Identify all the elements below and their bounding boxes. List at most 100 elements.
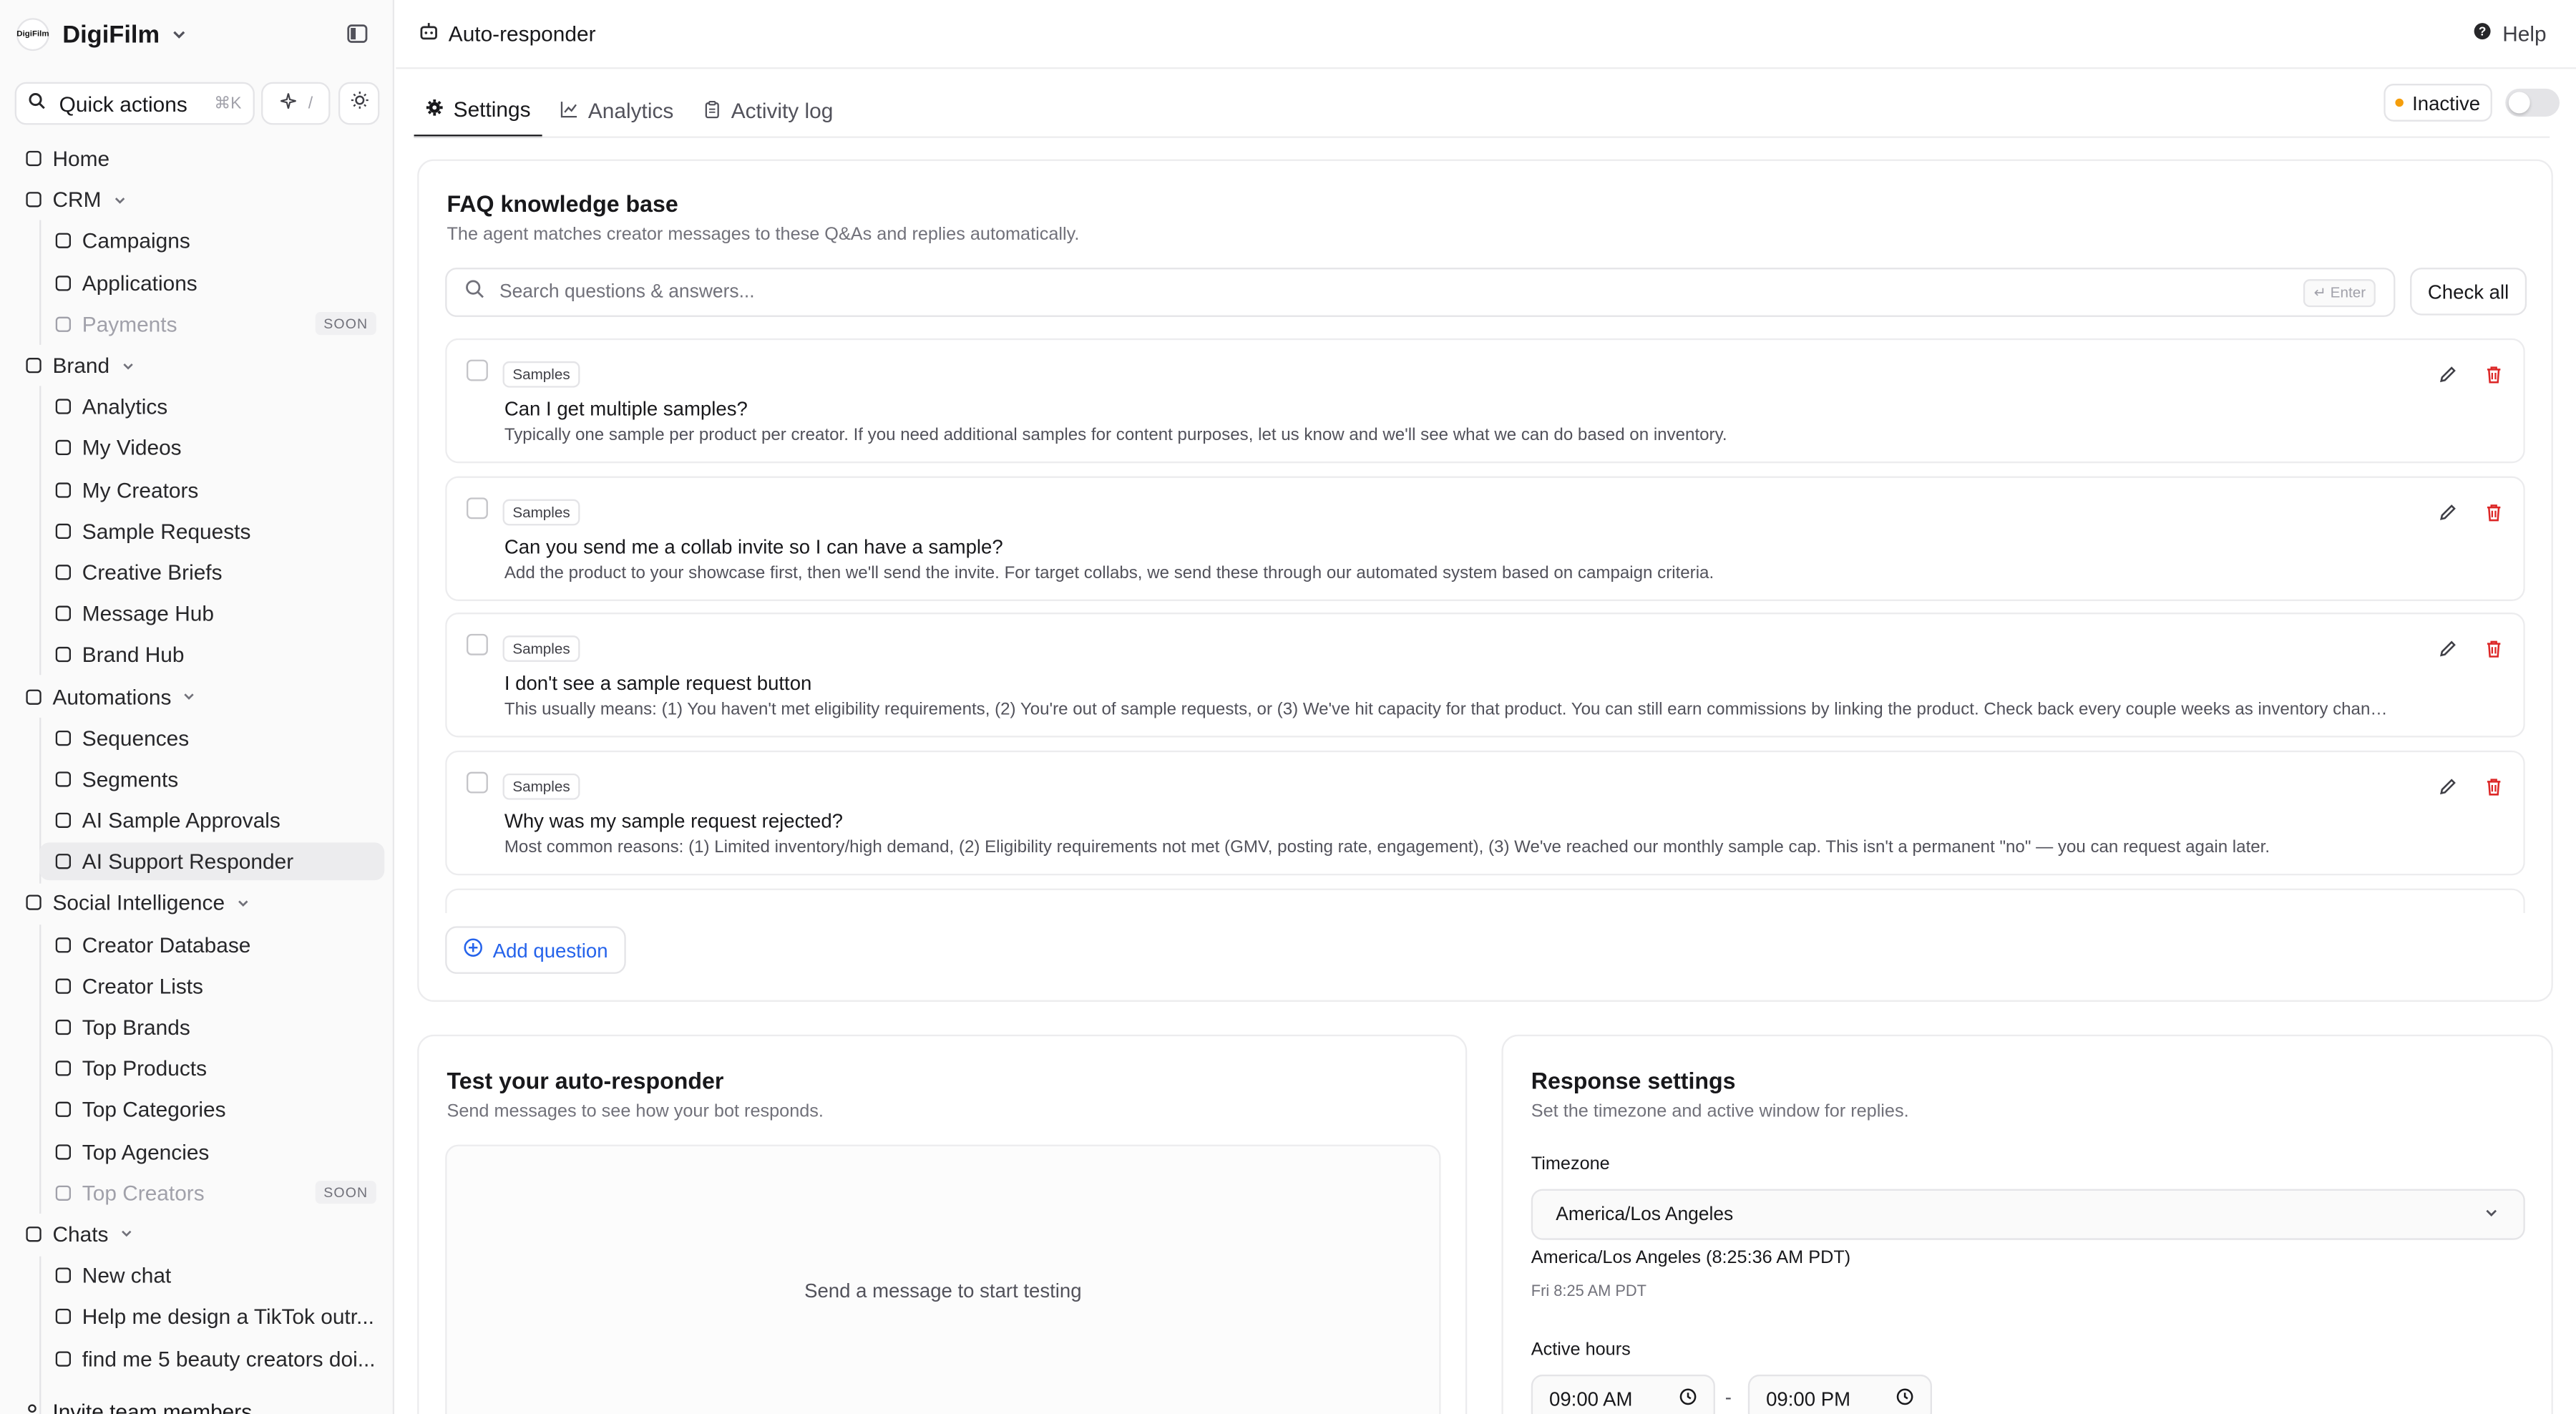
category-badge: Samples (502, 774, 580, 800)
status-dot (2396, 98, 2404, 107)
sidebar-item-crm[interactable]: CRM (0, 180, 393, 221)
sidebar-item-label: Help me design a TikTok outr... (82, 1305, 374, 1330)
megaphone-icon (54, 233, 72, 250)
add-question-button[interactable]: Add question (445, 926, 626, 974)
bulb-icon (54, 1184, 72, 1201)
sidebar-toggle-icon[interactable] (346, 23, 369, 46)
sidebar-item-top-brands[interactable]: Top Brands (0, 1007, 393, 1048)
home-icon (24, 150, 42, 167)
crm-icon (24, 191, 42, 209)
sidebar-item-creator-database[interactable]: Creator Database (0, 924, 393, 965)
faq-item: Samples Can I get multiple samples? Typica… (445, 338, 2525, 464)
sidebar-item-new-chat[interactable]: New chat (0, 1255, 393, 1297)
sidebar-item-home[interactable]: Home (0, 138, 393, 180)
pencil-icon[interactable] (2438, 502, 2458, 522)
help-button[interactable]: ? Help (2473, 21, 2547, 46)
sidebar-item-ai-support-responder[interactable]: AI Support Responder (0, 841, 393, 882)
sidebar-item-label: Applications (82, 270, 197, 296)
pencil-icon[interactable] (2438, 640, 2458, 660)
sidebar-item-label: find me 5 beauty creators doi... (82, 1345, 376, 1371)
trash-icon[interactable] (2484, 364, 2504, 384)
layers-icon (54, 1101, 72, 1119)
sidebar-item-top-products[interactable]: Top Products (0, 1048, 393, 1089)
sidebar-item-ai-sample-approvals[interactable]: AI Sample Approvals (0, 800, 393, 842)
sidebar-item-label: Sample Requests (82, 518, 251, 544)
trash-icon[interactable] (2484, 502, 2504, 522)
sidebar-item-automations[interactable]: Automations (0, 676, 393, 717)
sidebar-item-payments[interactable]: Payments SOON (0, 303, 393, 345)
chart-line-icon (560, 98, 578, 122)
svg-text:?: ? (2479, 24, 2487, 39)
check-all-button[interactable]: Check all (2410, 268, 2527, 316)
sidebar-item-label: Brand Hub (82, 643, 185, 668)
sidebar-item-social-intelligence[interactable]: Social Intelligence (0, 882, 393, 924)
test-title: Test your auto-responder (447, 1067, 724, 1094)
sidebar-item-find-me-5-beauty-creators-doi[interactable]: find me 5 beauty creators doi... (0, 1337, 393, 1379)
pencil-icon[interactable] (2438, 777, 2458, 797)
sidebar-item-top-agencies[interactable]: Top Agencies (0, 1131, 393, 1172)
response-title: Response settings (1531, 1067, 1736, 1094)
tab-settings[interactable]: Settings (414, 82, 542, 138)
users-icon (54, 481, 72, 499)
faq-search-input[interactable]: Search questions & answers... ↵ Enter (445, 268, 2396, 317)
category-badge: Samples (502, 361, 580, 388)
sidebar-item-my-videos[interactable]: My Videos (0, 427, 393, 469)
toggle-knob (2508, 92, 2530, 114)
faq-title: FAQ knowledge base (447, 190, 678, 217)
chevron-down-icon (235, 895, 251, 912)
sidebar-item-top-categories[interactable]: Top Categories (0, 1089, 393, 1131)
timezone-select[interactable]: America/Los Angeles (1531, 1189, 2525, 1240)
faq-checkbox[interactable] (467, 634, 488, 656)
start-time-input[interactable]: 09:00 AM (1531, 1374, 1715, 1414)
zap-icon (24, 688, 42, 706)
bot-icon (54, 853, 72, 871)
test-placeholder: Send a message to start testing (804, 1279, 1082, 1302)
sidebar-item-help-me-design-a-tiktok-outr[interactable]: Help me design a TikTok outr... (0, 1296, 393, 1337)
sidebar-item-label: Analytics (82, 394, 168, 419)
sidebar-item-message-hub[interactable]: Message Hub (0, 593, 393, 635)
sidebar-item-brand[interactable]: Brand (0, 345, 393, 386)
invite-label: Invite team members (52, 1399, 253, 1414)
quick-actions-button[interactable]: Quick actions ⌘K (14, 82, 255, 125)
sidebar-item-sequences[interactable]: Sequences (0, 717, 393, 759)
sidebar-item-creative-briefs[interactable]: Creative Briefs (0, 552, 393, 593)
ai-command-button[interactable]: / (261, 82, 331, 125)
sidebar-item-creator-lists[interactable]: Creator Lists (0, 965, 393, 1007)
sidebar-item-segments[interactable]: Segments (0, 759, 393, 800)
brand-switcher[interactable]: DigiFilm DigiFilm (16, 15, 378, 54)
tab-activity-log[interactable]: Activity log (692, 82, 845, 138)
faq-checkbox[interactable] (467, 771, 488, 794)
active-hours-label: Active hours (1531, 1340, 1631, 1360)
sidebar-item-campaigns[interactable]: Campaigns (0, 220, 393, 262)
faq-checkbox[interactable] (467, 359, 488, 381)
invite-team-button[interactable]: Invite team members (24, 1399, 252, 1414)
sidebar-item-brand-hub[interactable]: Brand Hub (0, 634, 393, 676)
help-icon: ? (2473, 21, 2493, 46)
sidebar-item-label: Top Creators (82, 1180, 205, 1206)
sidebar-item-chats[interactable]: Chats (0, 1214, 393, 1255)
sidebar-item-analytics[interactable]: Analytics (0, 386, 393, 428)
sidebar-item-top-creators[interactable]: Top Creators SOON (0, 1172, 393, 1214)
sidebar-item-label: My Videos (82, 436, 182, 461)
test-chat-area[interactable]: Send a message to start testing (445, 1144, 1441, 1414)
sidebar-item-sample-requests[interactable]: Sample Requests (0, 510, 393, 552)
tab-analytics[interactable]: Analytics (549, 82, 686, 138)
trash-icon[interactable] (2484, 640, 2504, 660)
bag-icon (54, 1060, 72, 1078)
enable-toggle[interactable] (2505, 88, 2560, 117)
sidebar-item-label: Segments (82, 766, 179, 791)
end-time-input[interactable]: 09:00 PM (1747, 1374, 1932, 1414)
clipboard-icon (703, 98, 721, 122)
pencil-icon[interactable] (2438, 364, 2458, 384)
chevron-down-icon (2482, 1203, 2500, 1226)
trending-icon (24, 894, 42, 912)
theme-toggle-button[interactable] (338, 82, 380, 125)
sidebar-item-my-creators[interactable]: My Creators (0, 469, 393, 510)
faq-checkbox[interactable] (467, 497, 488, 519)
sidebar-item-label: Creative Briefs (82, 560, 223, 585)
trash-icon[interactable] (2484, 777, 2504, 797)
quick-actions-shortcut: ⌘K (214, 94, 242, 113)
faq-item-partial (445, 888, 2525, 914)
sidebar-item-applications[interactable]: Applications (0, 262, 393, 303)
gear-icon (426, 96, 444, 120)
